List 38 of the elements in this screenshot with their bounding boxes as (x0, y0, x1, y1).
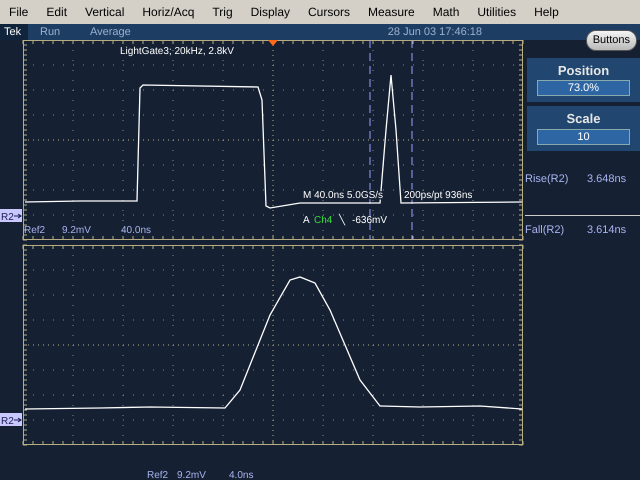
reference-marker: R2 (0, 413, 22, 427)
measurement-value: 3.614ns (587, 223, 626, 238)
acquisition-mode: Average (90, 25, 131, 40)
vertical-scale: 9.2mV (177, 470, 206, 480)
waveform-title: LightGate3; 20kHz, 2.8kV (120, 46, 234, 57)
measurement-name: Fall(R2) (525, 223, 566, 238)
buttons-button[interactable]: Buttons (586, 30, 637, 50)
menu-item[interactable]: Math (424, 0, 468, 24)
measurement-value: 3.648ns (587, 172, 626, 186)
menu-item[interactable]: Vertical (76, 0, 134, 24)
measurement-name: Rise(R2) (525, 172, 570, 186)
menu-item[interactable]: File (0, 0, 38, 24)
control-label: Scale (566, 110, 602, 128)
menu-item[interactable]: Edit (37, 0, 76, 24)
time-scale: 4.0ns (229, 470, 254, 480)
menu-item[interactable]: Display (242, 0, 299, 24)
time-scale: 40.0ns (121, 225, 152, 236)
sample-readout: 200ps/pt 936ns (404, 190, 472, 201)
trigger-slope: ╲ (339, 215, 345, 226)
value-field[interactable]: 10 (537, 128, 630, 144)
reference-label: Ref2 (147, 470, 168, 480)
value-field[interactable]: 73.0% (537, 80, 630, 96)
control-label: Position (556, 62, 610, 80)
reference-marker: R2 (0, 209, 22, 223)
menu-item[interactable]: Utilities (468, 0, 526, 24)
date-time: 28 Jun 03 17:46:18 (388, 25, 482, 40)
menu-item[interactable]: Help (525, 0, 568, 24)
trigger-label: A (303, 215, 310, 226)
brand-label: Tek (0, 24, 28, 40)
trigger-level: -636mV (352, 215, 388, 226)
menu-item[interactable]: Horiz/Acq (133, 0, 204, 24)
reference-label: Ref2 (24, 225, 46, 236)
menu-item[interactable]: Trig (203, 0, 242, 24)
run-state: Run (40, 25, 62, 40)
menu-item[interactable]: Measure (359, 0, 424, 24)
menu-item[interactable]: Cursors (299, 0, 360, 24)
vertical-scale: 9.2mV (62, 225, 91, 236)
trigger-source: Ch4 (314, 215, 332, 226)
